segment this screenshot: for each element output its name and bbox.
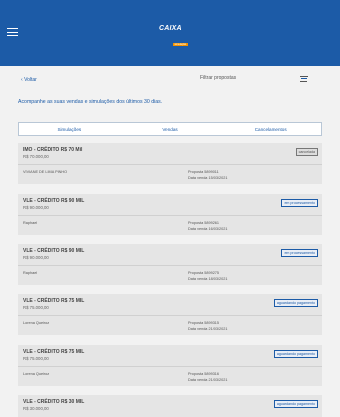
card-value: R$ 75.000,00 bbox=[23, 356, 49, 361]
tab-vendas[interactable]: Vendas bbox=[120, 123, 221, 135]
card-title: IMO - CRÉDITO R$ 70 Mil bbox=[23, 147, 83, 153]
card-title: VLE - CRÉDITO R$ 75 MIL bbox=[23, 298, 85, 304]
filter-proposals-button[interactable]: Filtrar propostas bbox=[200, 75, 236, 81]
card-value: R$ 75.000,00 bbox=[23, 305, 49, 310]
app-header: CAIXA simulação bbox=[0, 0, 340, 66]
card-date: Data venda 15/03/2021 bbox=[188, 176, 228, 180]
nav-row: ‹ Voltar Filtrar propostas bbox=[0, 70, 340, 90]
card-client: Raphael bbox=[23, 271, 38, 275]
chevron-left-icon: ‹ bbox=[21, 77, 23, 83]
caixa-logo: CAIXA simulação bbox=[159, 25, 195, 50]
card-date: Data venda 16/03/2021 bbox=[188, 227, 228, 231]
card-proposal: Proposta 5899275 bbox=[188, 271, 220, 275]
logo-tag: simulação bbox=[173, 42, 188, 47]
card-proposal: Proposta 5899261 bbox=[188, 221, 220, 225]
sale-card[interactable]: VLE - CRÉDITO R$ 90 MIL R$ 90.000,00 em … bbox=[18, 244, 322, 285]
sale-card[interactable]: VLE - CRÉDITO R$ 75 MIL R$ 75.000,00 agu… bbox=[18, 294, 322, 335]
card-title: VLE - CRÉDITO R$ 75 MIL bbox=[23, 349, 85, 355]
card-proposal: Proposta 5899316 bbox=[188, 372, 220, 376]
card-title: VLE - CRÉDITO R$ 90 MIL bbox=[23, 198, 85, 204]
tab-cancelamentos[interactable]: Cancelamentos bbox=[220, 123, 321, 135]
sale-card[interactable]: VLE - CRÉDITO R$ 75 MIL R$ 75.000,00 agu… bbox=[18, 345, 322, 386]
logo-text: CAIXA bbox=[159, 25, 182, 32]
intro-text: Acompanhe as suas vendas e simulações do… bbox=[18, 99, 163, 105]
card-value: R$ 30.000,00 bbox=[23, 406, 49, 411]
card-date: Data venda 21/03/2021 bbox=[188, 327, 228, 331]
sale-card[interactable]: IMO - CRÉDITO R$ 70 Mil R$ 70.000,00 can… bbox=[18, 143, 322, 184]
card-title: VLE - CRÉDITO R$ 90 MIL bbox=[23, 248, 85, 254]
tab-simulacoes[interactable]: Simulações bbox=[19, 123, 120, 135]
card-date: Data venda 18/03/2021 bbox=[188, 277, 228, 281]
back-label: Voltar bbox=[24, 77, 37, 83]
tabs: Simulações Vendas Cancelamentos bbox=[18, 122, 322, 136]
back-button[interactable]: ‹ Voltar bbox=[21, 77, 37, 83]
status-badge: em processamento bbox=[281, 199, 318, 207]
status-badge: aguardando pagamento bbox=[273, 350, 318, 358]
card-client: Lorena Queiroz bbox=[23, 321, 50, 325]
filter-sliders-icon[interactable] bbox=[300, 76, 308, 83]
card-client: Lorena Queiroz bbox=[23, 372, 50, 376]
status-badge: cancelada bbox=[295, 148, 318, 156]
card-date: Data venda 21/03/2021 bbox=[188, 378, 228, 382]
card-value: R$ 90.000,00 bbox=[23, 255, 49, 260]
card-proposal: Proposta 5899011 bbox=[188, 170, 219, 174]
status-badge: em processamento bbox=[281, 249, 318, 257]
card-proposal: Proposta 5899315 bbox=[188, 321, 220, 325]
card-value: R$ 90.000,00 bbox=[23, 205, 49, 210]
card-title: VLE - CRÉDITO R$ 30 MIL bbox=[23, 399, 85, 405]
card-client: Raphael bbox=[23, 221, 38, 225]
status-badge: aguardando pagamento bbox=[273, 299, 318, 307]
sale-card[interactable]: VLE - CRÉDITO R$ 90 MIL R$ 90.000,00 em … bbox=[18, 194, 322, 235]
status-badge: aguardando pagamento bbox=[273, 400, 318, 408]
hamburger-menu-icon[interactable] bbox=[7, 28, 18, 37]
sale-card[interactable]: VLE - CRÉDITO R$ 30 MIL R$ 30.000,00 agu… bbox=[18, 395, 322, 417]
card-client: VIVIANE DE LIMA PINHO bbox=[23, 170, 68, 174]
card-value: R$ 70.000,00 bbox=[23, 154, 49, 159]
